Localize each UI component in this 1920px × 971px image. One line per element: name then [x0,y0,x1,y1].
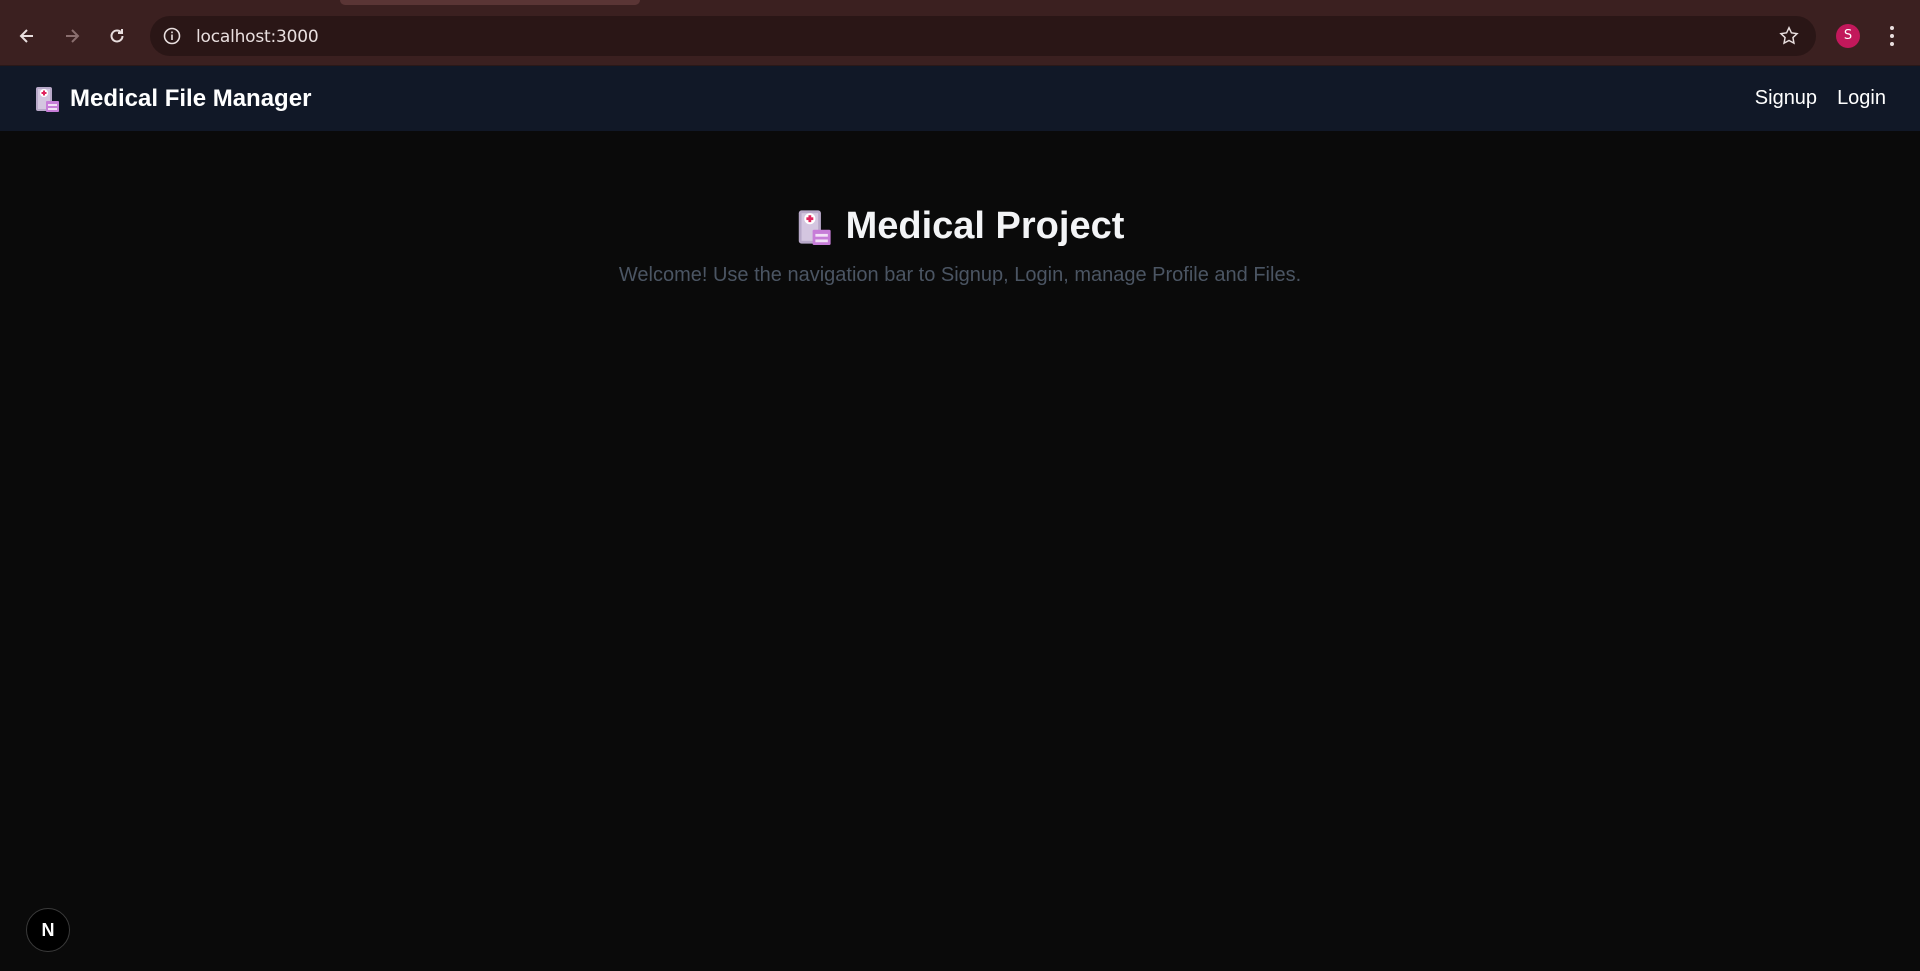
forward-button[interactable] [55,19,89,53]
star-icon[interactable] [1778,25,1800,47]
nextjs-badge-label: N [41,919,55,940]
reload-button[interactable] [100,19,134,53]
brand-title: Medical File Manager [70,84,312,112]
page-title-text: Medical Project [845,205,1125,247]
forward-icon [66,29,80,43]
hospital-icon [36,86,59,112]
back-icon [19,29,33,43]
nextjs-icon[interactable]: N [26,908,70,952]
signup-link[interactable]: Signup [1755,87,1817,110]
back-button[interactable] [10,19,44,53]
brand[interactable]: Medical File Manager [34,85,311,113]
hospital-icon [798,209,831,245]
browser-toolbar: localhost:3000 S [0,0,1920,66]
welcome-text: Welcome! Use the navigation bar to Signu… [618,264,1302,286]
info-icon[interactable] [162,26,182,46]
nav-links: Signup Login [1755,87,1886,110]
profile-avatar[interactable]: S [1836,24,1860,48]
reload-icon [110,29,124,43]
login-link[interactable]: Login [1837,87,1886,110]
url-text[interactable]: localhost:3000 [196,27,319,47]
app-navbar: Medical File Manager Signup Login [0,66,1920,131]
menu-icon[interactable] [1884,22,1900,50]
active-tab-edge [340,0,640,5]
main-content: Medical Project Welcome! Use the navigat… [0,205,1920,287]
page-title: Medical Project [796,205,1125,248]
address-bar[interactable]: localhost:3000 [150,16,1816,56]
